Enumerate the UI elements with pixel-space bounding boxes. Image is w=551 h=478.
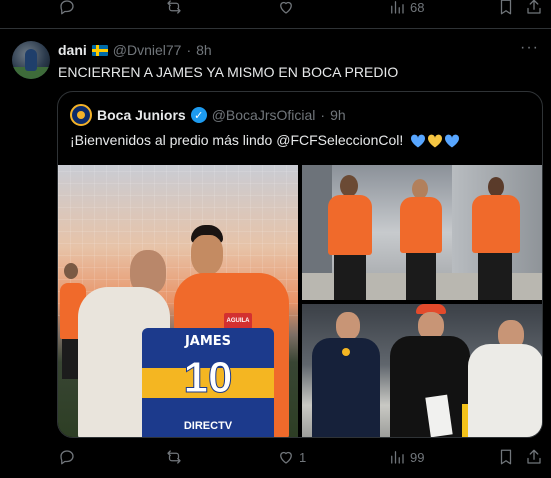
repost-icon bbox=[167, 0, 181, 14]
blue-heart-icon bbox=[410, 134, 426, 148]
boca-jersey: JAMES 10 DIRECTV bbox=[142, 328, 274, 437]
quoted-tweet-text: ¡Bienvenidos al predio más lindo @FCFSel… bbox=[70, 132, 404, 148]
quoted-author-handle: @BocaJrsOficial bbox=[211, 107, 316, 123]
timestamp[interactable]: 8h bbox=[196, 42, 212, 58]
repost-icon bbox=[167, 450, 181, 464]
quoted-tweet-header: Boca Juniors ✓ @BocaJrsOficial · 9h bbox=[70, 104, 346, 126]
yellow-heart-icon bbox=[427, 134, 443, 148]
bookmark-button[interactable] bbox=[497, 448, 515, 466]
share-icon bbox=[527, 449, 541, 464]
share-icon bbox=[527, 0, 541, 14]
bookmark-icon bbox=[500, 449, 512, 465]
reply-button[interactable] bbox=[58, 0, 76, 16]
views-icon bbox=[391, 1, 404, 14]
repost-button[interactable] bbox=[165, 448, 183, 466]
reply-button[interactable] bbox=[58, 448, 76, 466]
heart-emojis bbox=[410, 134, 460, 148]
tweet[interactable]: dani @Dvniel77 · 8h ··· ENCIERREN A JAME… bbox=[0, 29, 551, 478]
bookmark-icon bbox=[500, 0, 512, 15]
quoted-tweet-text-line: ¡Bienvenidos al predio más lindo @FCFSel… bbox=[70, 132, 460, 148]
bookmark-button[interactable] bbox=[497, 0, 515, 16]
share-button[interactable] bbox=[525, 448, 543, 466]
separator: · bbox=[186, 42, 192, 58]
blue-heart-icon bbox=[444, 134, 460, 148]
views-button[interactable]: 99 bbox=[388, 448, 424, 466]
jersey-number: 10 bbox=[183, 353, 233, 402]
tweet-action-bar: 1 99 bbox=[0, 442, 551, 472]
like-button[interactable]: 1 bbox=[277, 448, 306, 466]
separator: · bbox=[320, 107, 326, 123]
media-grid: AGUILA JAMES 10 DIRECTV bbox=[58, 165, 542, 437]
views-count: 68 bbox=[410, 0, 425, 15]
views-icon bbox=[391, 451, 404, 464]
swedish-flag-icon bbox=[91, 44, 108, 56]
author-name[interactable]: dani bbox=[58, 42, 87, 58]
previous-tweet-action-bar: 68 bbox=[0, 0, 551, 22]
quoted-author-name: Boca Juniors bbox=[97, 107, 186, 123]
tweet-header: dani @Dvniel77 · 8h bbox=[58, 42, 212, 58]
views-button[interactable]: 68 bbox=[388, 0, 424, 16]
avatar[interactable] bbox=[12, 41, 50, 79]
tweet-text: ENCIERREN A JAMES YA MISMO EN BOCA PREDI… bbox=[58, 64, 399, 80]
jersey-sponsor: DIRECTV bbox=[183, 420, 233, 432]
jersey-name: JAMES bbox=[184, 334, 232, 349]
author-handle[interactable]: @Dvniel77 bbox=[113, 42, 182, 58]
share-button[interactable] bbox=[525, 0, 543, 16]
quoted-tweet[interactable]: Boca Juniors ✓ @BocaJrsOficial · 9h ¡Bie… bbox=[57, 91, 543, 438]
heart-icon bbox=[280, 1, 292, 14]
quoted-timestamp: 9h bbox=[330, 107, 346, 123]
photo-james-jersey[interactable]: AGUILA JAMES 10 DIRECTV bbox=[58, 165, 298, 437]
photo-players-walking[interactable] bbox=[302, 165, 542, 300]
boca-juniors-logo-icon bbox=[70, 104, 92, 126]
repost-button[interactable] bbox=[165, 0, 183, 16]
likes-count: 1 bbox=[299, 449, 307, 465]
heart-icon bbox=[280, 451, 292, 464]
reply-icon bbox=[60, 0, 74, 15]
photo-coaches[interactable] bbox=[302, 304, 542, 437]
verified-badge-icon: ✓ bbox=[190, 107, 207, 123]
shirt-sponsor: AGUILA bbox=[224, 313, 252, 329]
reply-icon bbox=[60, 450, 74, 465]
views-count: 99 bbox=[410, 449, 425, 465]
like-button[interactable] bbox=[277, 0, 295, 16]
more-options-icon[interactable]: ··· bbox=[520, 39, 539, 57]
